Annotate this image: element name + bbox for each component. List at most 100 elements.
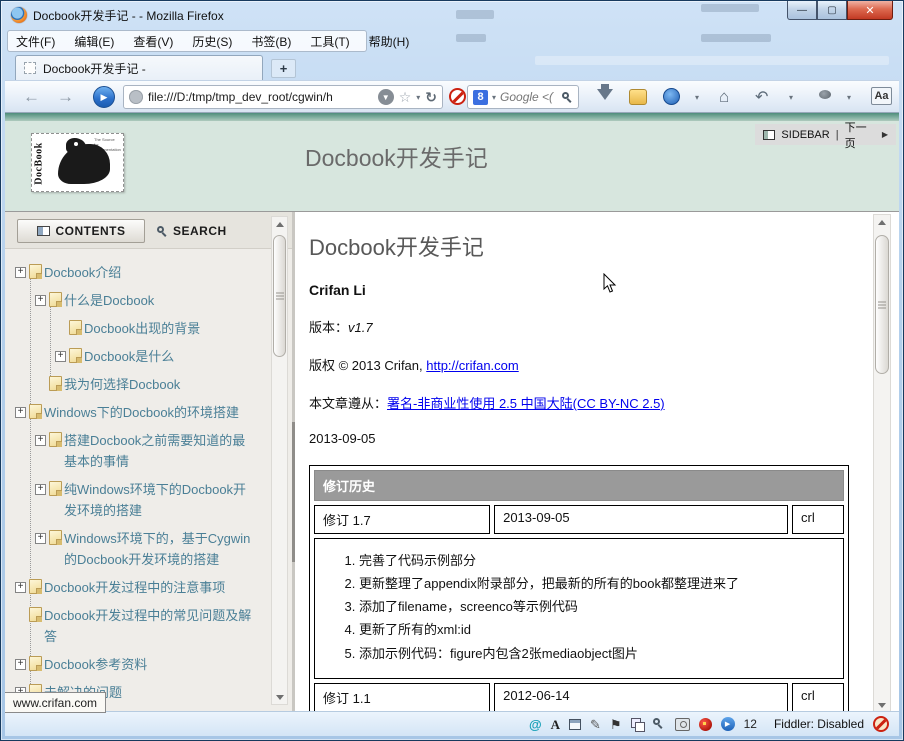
tree-item-label[interactable]: Docbook介绍 xyxy=(44,262,121,283)
tree-expander-icon[interactable]: + xyxy=(15,267,26,278)
menu-help[interactable]: 帮助(H) xyxy=(369,33,410,50)
screenshot-addon-icon[interactable] xyxy=(674,717,690,731)
player-addon-icon[interactable]: ▶ xyxy=(720,717,735,731)
tree-item[interactable]: Docbook开发过程中的常见问题及解答 xyxy=(15,605,255,647)
menu-bookmarks[interactable]: 书签(B) xyxy=(251,33,291,50)
menu-history[interactable]: 历史(S) xyxy=(192,33,232,50)
tree-expander-icon[interactable]: + xyxy=(15,659,26,670)
flag-addon-icon[interactable]: ⚑ xyxy=(610,717,622,732)
menu-edit[interactable]: 编辑(E) xyxy=(74,33,114,50)
tree-item-label[interactable]: 什么是Docbook xyxy=(64,290,154,311)
scroll-down-arrow[interactable] xyxy=(272,690,287,704)
search-input[interactable]: Google <( xyxy=(500,90,558,104)
tab-groups-icon[interactable] xyxy=(630,718,645,732)
tree-expander-icon[interactable]: + xyxy=(15,582,26,593)
bird-addon-icon[interactable] xyxy=(698,717,712,731)
tree-item-label[interactable]: Docbook出现的背景 xyxy=(84,318,200,339)
license-link[interactable]: 署名-非商业性使用 2.5 中国大陆(CC BY-NC 2.5) xyxy=(387,396,665,411)
tree-item[interactable]: 我为何选择Docbook xyxy=(15,374,255,395)
tree-item[interactable]: + Windows下的Docbook的环境搭建 xyxy=(15,402,255,423)
tree-expander-icon[interactable]: + xyxy=(35,435,46,446)
undo-dropdown-icon[interactable]: ▾ xyxy=(789,93,793,102)
tree-item[interactable]: + Docbook参考资料 xyxy=(15,654,255,675)
menu-view[interactable]: 查看(V) xyxy=(133,33,173,50)
scroll-up-arrow[interactable] xyxy=(272,217,287,231)
content-scrollbar-thumb[interactable] xyxy=(875,235,889,374)
url-input[interactable]: file:///D:/tmp/tmp_dev_root/cgwin/h xyxy=(148,90,373,104)
tab-contents[interactable]: CONTENTS xyxy=(17,219,145,243)
tree-item[interactable]: + 什么是Docbook xyxy=(15,290,255,311)
tree-item[interactable]: Docbook出现的背景 xyxy=(15,318,255,339)
blocked-status-icon[interactable] xyxy=(873,716,889,732)
active-tab[interactable]: Docbook开发手记 - xyxy=(15,55,263,80)
tree-item-label[interactable]: Windows下的Docbook的环境搭建 xyxy=(44,402,239,423)
next-page-link[interactable]: 下一页 xyxy=(845,119,876,151)
menu-file[interactable]: 文件(F) xyxy=(16,33,55,50)
scroll-down-arrow[interactable] xyxy=(874,698,890,711)
titlebar[interactable]: Docbook开发手记 - - Mozilla Firefox — ▢ ✕ xyxy=(1,1,903,29)
tree-item-label[interactable]: Docbook开发过程中的注意事项 xyxy=(44,577,225,598)
tree-item[interactable]: + Windows环境下的，基于Cygwin的Docbook开发环境的搭建 xyxy=(15,528,255,570)
content-scrollbar[interactable] xyxy=(873,214,891,711)
forward-button[interactable]: → xyxy=(57,86,74,108)
sidebar-scrollbar[interactable] xyxy=(271,216,288,705)
fiddler-fly-icon[interactable] xyxy=(819,90,831,99)
at-addon-icon[interactable]: @ xyxy=(529,717,542,732)
next-page-arrow-icon[interactable]: ▶ xyxy=(882,130,888,139)
tree-item[interactable]: + Docbook介绍 xyxy=(15,262,255,283)
tree-item-label[interactable]: Windows环境下的，基于Cygwin的Docbook开发环境的搭建 xyxy=(64,528,255,570)
tab-search[interactable]: SEARCH xyxy=(157,219,227,243)
url-bar[interactable]: file:///D:/tmp/tmp_dev_root/cgwin/h ▼ ☆ … xyxy=(123,85,443,109)
bookmark-star-icon[interactable]: ☆ xyxy=(399,90,412,104)
tree-expander-icon[interactable]: + xyxy=(15,407,26,418)
session-button[interactable]: ▶ xyxy=(93,86,115,108)
minimize-button[interactable]: — xyxy=(787,1,817,20)
zoom-addon-icon[interactable] xyxy=(652,717,666,731)
tree-expander-icon[interactable]: + xyxy=(55,351,66,362)
new-tab-button[interactable]: + xyxy=(271,59,296,78)
back-button[interactable]: ← xyxy=(23,86,40,108)
search-icon[interactable] xyxy=(562,91,573,103)
window-addon-icon[interactable] xyxy=(569,718,582,730)
sidebar-scrollbar-thumb[interactable] xyxy=(273,235,286,357)
sidebar-toggle-icon[interactable] xyxy=(763,129,776,140)
fiddler-dropdown-icon[interactable]: ▾ xyxy=(847,93,851,102)
addon-star-icon[interactable] xyxy=(663,88,680,105)
menu-tools[interactable]: 工具(T) xyxy=(310,33,349,50)
maximize-button[interactable]: ▢ xyxy=(817,1,847,20)
tree-item-label[interactable]: Docbook参考资料 xyxy=(44,654,147,675)
close-button[interactable]: ✕ xyxy=(847,1,893,20)
fiddler-status[interactable]: Fiddler: Disabled xyxy=(774,717,864,731)
reload-icon[interactable]: ↻ xyxy=(425,89,437,106)
scroll-up-arrow[interactable] xyxy=(874,215,890,229)
tree-expander-icon[interactable]: + xyxy=(35,484,46,495)
tree-item-label[interactable]: Docbook是什么 xyxy=(84,346,174,367)
addon-folder-icon[interactable] xyxy=(629,89,647,105)
go-button-icon[interactable]: ▼ xyxy=(377,89,394,105)
undo-icon[interactable]: ↶ xyxy=(755,87,768,107)
revision-history-table: 修订历史 修订 1.7 2013-09-05 crl 完善了代码示例部分 更新整… xyxy=(309,465,849,711)
tree-item[interactable]: + 纯Windows环境下的Docbook开发环境的搭建 xyxy=(15,479,255,521)
tree-item-label[interactable]: 我为何选择Docbook xyxy=(64,374,180,395)
search-engine-dropdown-icon[interactable]: ▾ xyxy=(492,93,496,102)
brush-addon-icon[interactable]: ✎ xyxy=(590,717,601,732)
downloads-icon[interactable] xyxy=(597,84,613,100)
crifan-link[interactable]: http://crifan.com xyxy=(426,358,518,373)
version-value: v1.7 xyxy=(348,320,373,335)
tree-item[interactable]: + 搭建Docbook之前需要知道的最基本的事情 xyxy=(15,430,255,472)
adblock-icon[interactable] xyxy=(449,88,466,105)
font-addon-icon[interactable]: A xyxy=(551,717,560,732)
sidebar-toggle-label[interactable]: SIDEBAR xyxy=(781,129,829,141)
tree-item-label[interactable]: 纯Windows环境下的Docbook开发环境的搭建 xyxy=(64,479,255,521)
tree-item-label[interactable]: Docbook开发过程中的常见问题及解答 xyxy=(44,605,255,647)
toolbar-dropdown-icon[interactable]: ▾ xyxy=(695,93,699,102)
search-box[interactable]: 8 ▾ Google <( xyxy=(467,85,579,109)
tree-item[interactable]: + Docbook是什么 xyxy=(15,346,255,367)
text-size-icon[interactable]: Aa xyxy=(871,87,892,105)
tree-item[interactable]: + Docbook开发过程中的注意事项 xyxy=(15,577,255,598)
tree-item-label[interactable]: 搭建Docbook之前需要知道的最基本的事情 xyxy=(64,430,255,472)
home-icon[interactable]: ⌂ xyxy=(719,87,729,107)
tree-expander-icon[interactable]: + xyxy=(35,295,46,306)
tree-expander-icon[interactable]: + xyxy=(35,533,46,544)
urlbar-dropdown-icon[interactable]: ▾ xyxy=(416,93,420,102)
